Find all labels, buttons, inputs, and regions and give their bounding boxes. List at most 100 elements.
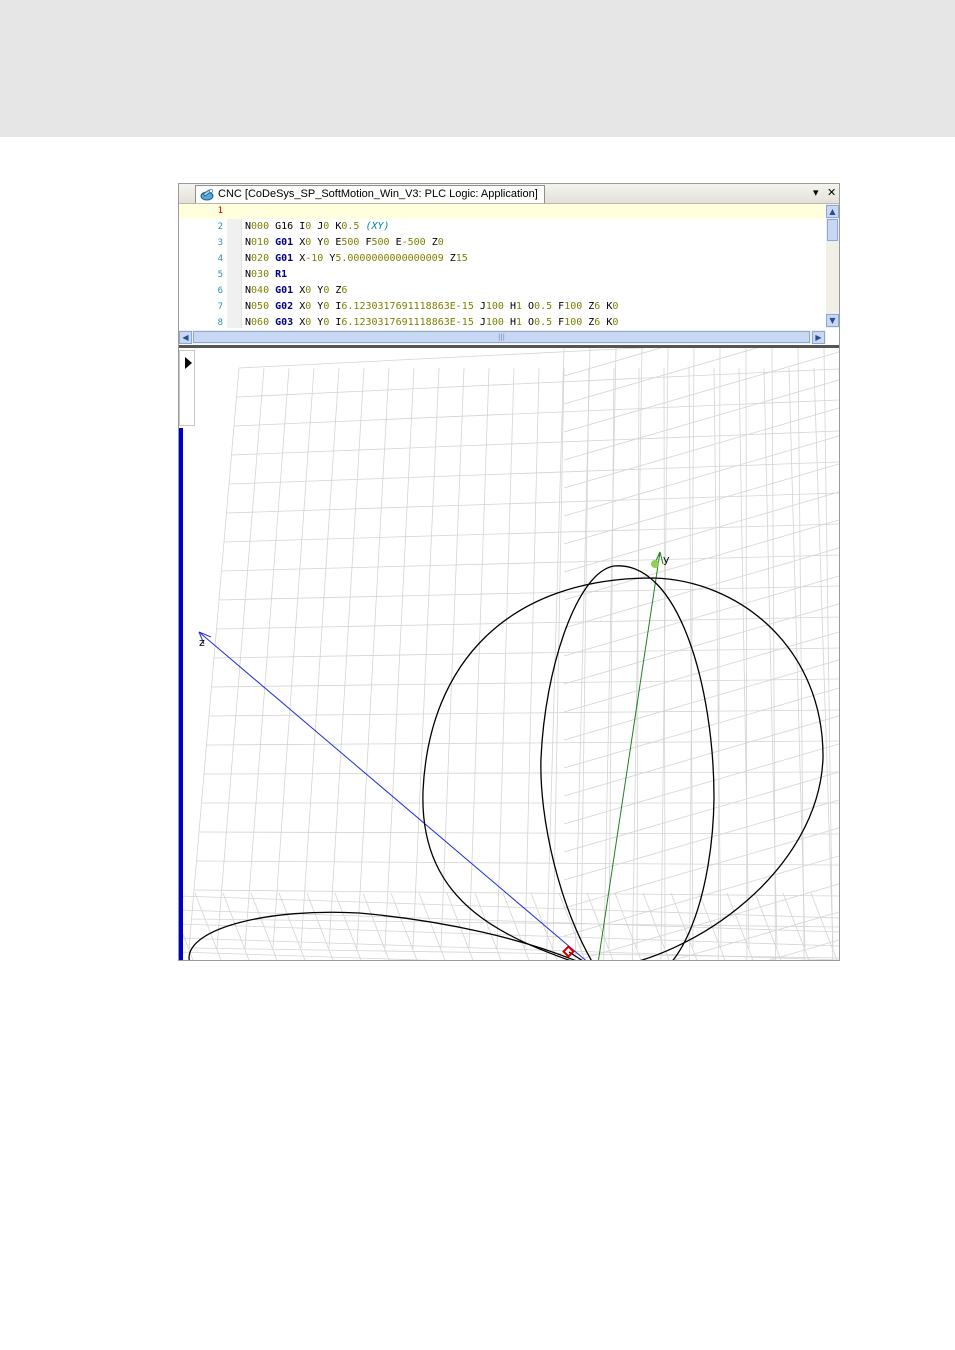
grid-line xyxy=(574,348,591,960)
code-token: 0 xyxy=(612,301,619,312)
code-token: 15 xyxy=(455,253,468,264)
grid-line xyxy=(226,492,839,514)
code-token: K xyxy=(329,221,342,232)
close-icon[interactable]: ✕ xyxy=(827,186,836,200)
code-token: 6.1230317691118863E-15 xyxy=(341,301,474,312)
grid-line xyxy=(745,348,748,960)
grid-line xyxy=(238,348,648,369)
line-number: 2 xyxy=(217,222,223,232)
code-token: 040 xyxy=(251,285,270,296)
code-line[interactable]: 7 N050 G02 X0 Y0 I6.1230317691118863E-15 … xyxy=(179,299,825,315)
code-token: G01 xyxy=(275,237,294,248)
code-line[interactable]: 8 N060 G03 X0 Y0 I6.1230317691118863E-15 … xyxy=(179,315,825,328)
code-token: 000 xyxy=(251,221,270,232)
code-editor[interactable]: 1 2 N000 G16 I0 J0 K0.5 (XY) 3 N010 G01 X0 Y… xyxy=(179,204,839,347)
line-number: 3 xyxy=(217,238,223,248)
scroll-right-button[interactable]: ▶ xyxy=(812,331,825,344)
tab-cnc-program[interactable]: CNC [CoDeSys_SP_SoftMotion_Win_V3: PLC L… xyxy=(195,185,545,203)
scroll-left-button[interactable]: ◀ xyxy=(179,331,192,344)
horizontal-scrollbar[interactable]: ◀ ||| ▶ xyxy=(179,330,826,344)
code-lines[interactable]: 1 2 N000 G16 I0 J0 K0.5 (XY) 3 N010 G01 X0 Y… xyxy=(179,204,825,328)
code-token: X xyxy=(293,237,306,248)
scroll-down-button[interactable]: ▼ xyxy=(826,314,839,327)
grid-line xyxy=(356,367,390,949)
grid-line xyxy=(228,461,839,485)
grid-line xyxy=(546,348,565,960)
code-token: -500 xyxy=(401,237,426,248)
code-text: N010 G01 X0 Y0 E500 F500 E-500 Z0 xyxy=(245,235,444,251)
grid-line xyxy=(300,367,340,949)
vertical-scrollbar[interactable]: ▲ ▼ xyxy=(826,204,839,328)
code-token: I xyxy=(329,301,342,312)
code-line[interactable]: 6 N040 G01 X0 Y0 Z6 xyxy=(179,283,825,299)
timeline-bar[interactable] xyxy=(179,428,183,960)
code-token: F xyxy=(552,301,565,312)
code-token: J xyxy=(473,317,486,328)
code-token: X xyxy=(293,317,306,328)
grid-line xyxy=(672,911,839,960)
code-token: 0.5 xyxy=(534,301,553,312)
grid-line xyxy=(797,348,805,960)
code-text: N040 G01 X0 Y0 Z6 xyxy=(245,283,347,299)
grid-line xyxy=(196,860,839,866)
code-token: R1 xyxy=(275,269,288,280)
position-marker xyxy=(562,945,575,958)
code-token: 050 xyxy=(251,301,270,312)
line-number: 8 xyxy=(217,318,223,328)
code-token: H xyxy=(503,301,516,312)
code-token: X xyxy=(293,301,306,312)
code-token: 5.0000000000000009 xyxy=(335,253,444,264)
line-number: 7 xyxy=(217,302,223,312)
3d-path-viewport[interactable]: z y x xyxy=(179,348,839,960)
grid-line xyxy=(738,367,750,949)
code-token: Y xyxy=(311,317,324,328)
code-token: 0.5 xyxy=(341,221,360,232)
code-token: F xyxy=(552,317,565,328)
grid-line xyxy=(223,523,839,543)
code-token: 060 xyxy=(251,317,270,328)
code-token: H xyxy=(503,317,516,328)
code-token: Z xyxy=(329,285,342,296)
vertical-scroll-thumb[interactable] xyxy=(827,219,838,241)
code-token: F xyxy=(359,237,372,248)
code-line[interactable]: 3 N010 G01 X0 Y0 E500 F500 E-500 Z0 xyxy=(179,235,825,251)
code-token: G02 xyxy=(275,301,294,312)
horizontal-scroll-thumb[interactable]: ||| xyxy=(193,331,810,343)
code-token: 0.5 xyxy=(534,317,553,328)
y-axis-label: y xyxy=(663,553,670,566)
chevron-down-icon[interactable]: ▾ xyxy=(813,186,819,200)
play-triangle-icon[interactable] xyxy=(185,357,192,369)
cnc-program-icon xyxy=(200,189,214,201)
code-text: N030 R1 xyxy=(245,267,287,283)
grid-line xyxy=(198,831,839,835)
code-token: J xyxy=(473,301,486,312)
code-line[interactable]: 2 N000 G16 I0 J0 K0.5 (XY) xyxy=(179,219,825,235)
code-line[interactable]: 4 N020 G01 X-10 Y5.0000000000000009 Z15 xyxy=(179,251,825,267)
grid-line xyxy=(813,367,834,949)
scroll-up-button[interactable]: ▲ xyxy=(826,205,839,218)
code-token: -10 xyxy=(305,253,324,264)
code-token: K xyxy=(600,301,613,312)
code-text: N020 G01 X-10 Y5.0000000000000009 Z15 xyxy=(245,251,468,267)
line-number: 4 xyxy=(217,254,223,264)
grid-line xyxy=(191,918,839,928)
code-token: 0 xyxy=(612,317,619,328)
code-line[interactable]: 1 xyxy=(179,204,825,219)
code-token: I xyxy=(329,317,342,328)
code-token: 0 xyxy=(437,237,444,248)
code-token: G16 I xyxy=(269,221,306,232)
grid-line xyxy=(216,616,839,630)
code-token: O xyxy=(522,301,535,312)
grid-back-plane xyxy=(188,348,839,959)
code-token: 010 xyxy=(251,237,270,248)
grid-floor-plane xyxy=(179,892,839,960)
3d-scene[interactable]: z y x xyxy=(179,348,839,960)
code-line[interactable]: 5 N030 R1 xyxy=(179,267,825,283)
code-token: X xyxy=(293,253,306,264)
code-token: (XY) xyxy=(365,221,390,232)
code-token: E xyxy=(329,237,342,248)
code-token: 500 xyxy=(341,237,360,248)
grid-line xyxy=(552,367,565,949)
grid-line xyxy=(440,367,465,949)
grid-line xyxy=(496,367,515,949)
